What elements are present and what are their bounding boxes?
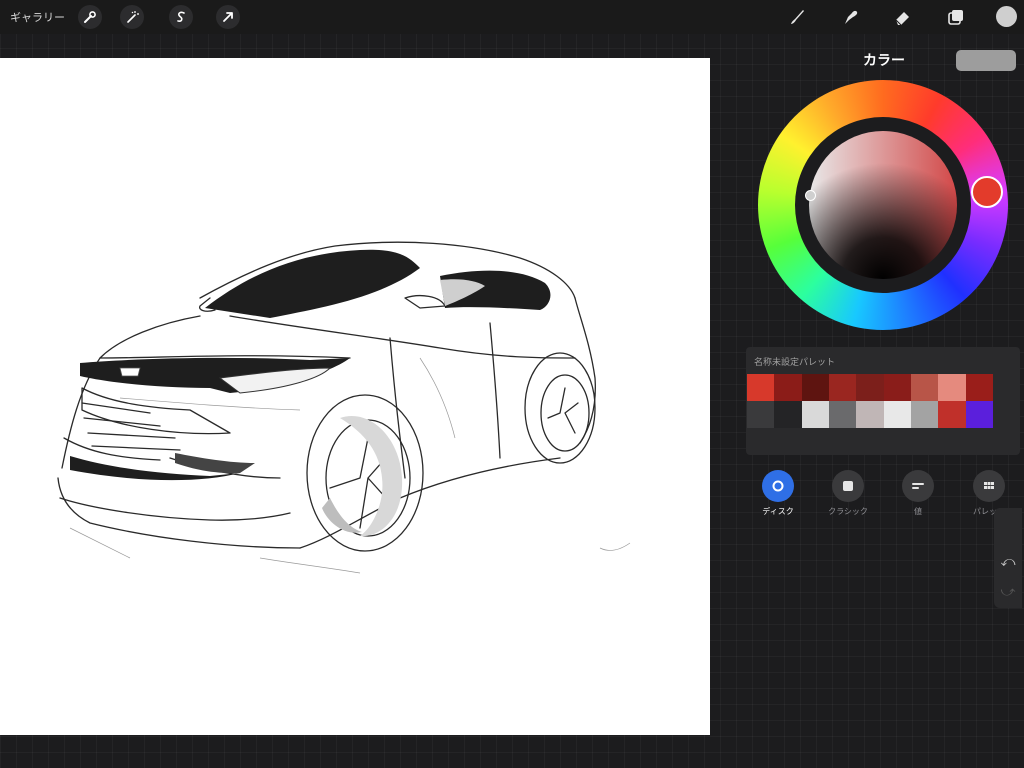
palette-swatch[interactable]	[828, 374, 857, 401]
selection-s-icon	[177, 11, 185, 22]
undo-icon: ⤺	[1000, 554, 1016, 570]
mode-palette-button[interactable]	[973, 470, 1005, 502]
palette-swatch[interactable]	[883, 401, 911, 428]
mode-value-button[interactable]	[902, 470, 934, 502]
actions-wrench-button[interactable]	[78, 5, 102, 29]
mode-value-label[interactable]: 値	[883, 506, 953, 517]
layers-button[interactable]	[944, 5, 968, 29]
hue-handle[interactable]	[971, 176, 1003, 208]
eraser-tool-button[interactable]	[891, 5, 915, 29]
palette-swatch[interactable]	[747, 401, 775, 428]
car-sketch-artwork	[57, 241, 631, 574]
brush-tool-button[interactable]	[785, 5, 809, 29]
gallery-button[interactable]: ギャラリー	[10, 9, 65, 25]
wrench-icon	[84, 11, 96, 23]
palette-swatch[interactable]	[965, 401, 993, 428]
transform-button[interactable]	[216, 5, 240, 29]
mode-classic-button[interactable]	[832, 470, 864, 502]
mode-classic-label[interactable]: クラシック	[813, 506, 883, 517]
top-toolbar: ギャラリー	[0, 0, 1024, 34]
brush-icon	[791, 10, 804, 24]
palette-swatch[interactable]	[938, 374, 966, 401]
adjustments-button[interactable]	[120, 5, 144, 29]
mode-disc-label[interactable]: ディスク	[743, 506, 813, 517]
mode-disc-button[interactable]	[762, 470, 794, 502]
palette-swatch[interactable]	[856, 401, 884, 428]
smudge-tool-button[interactable]	[838, 5, 862, 29]
palette-swatch[interactable]	[938, 401, 966, 428]
palette-swatch[interactable]	[910, 401, 939, 428]
palette-swatch[interactable]	[965, 374, 993, 401]
undo-button[interactable]: ⤺	[996, 550, 1020, 574]
disc-handle[interactable]	[805, 190, 816, 201]
classic-mode-icon	[843, 481, 853, 491]
saturation-brightness-disc[interactable]	[809, 131, 957, 279]
palette-swatch[interactable]	[910, 374, 939, 401]
palette-name: 名称未設定パレット	[754, 358, 836, 368]
redo-button[interactable]: ⤻	[996, 580, 1020, 604]
current-color-button[interactable]	[996, 6, 1017, 27]
smudge-icon	[845, 10, 858, 24]
color-panel-title: カラー	[863, 53, 905, 69]
eraser-icon	[895, 12, 909, 26]
magic-wand-icon	[127, 11, 139, 23]
palette-swatch[interactable]	[747, 374, 775, 401]
redo-icon: ⤻	[1000, 584, 1016, 600]
palette-swatch-grid	[747, 374, 993, 430]
palette-swatch[interactable]	[774, 401, 802, 428]
move-arrow-icon	[223, 12, 233, 22]
selection-button[interactable]	[169, 5, 193, 29]
disc-mode-icon	[772, 480, 784, 492]
color-preview-swatch[interactable]	[956, 50, 1016, 71]
palette-swatch[interactable]	[774, 374, 802, 401]
value-mode-icon	[912, 483, 924, 489]
palette-swatch[interactable]	[856, 374, 884, 401]
palette-swatch[interactable]	[883, 374, 911, 401]
palette-swatch[interactable]	[801, 374, 829, 401]
palette-swatch[interactable]	[801, 401, 829, 428]
palette-grid-icon	[984, 482, 994, 489]
palette-swatch[interactable]	[828, 401, 857, 428]
layers-icon	[948, 10, 963, 25]
drawing-canvas[interactable]	[0, 58, 710, 735]
